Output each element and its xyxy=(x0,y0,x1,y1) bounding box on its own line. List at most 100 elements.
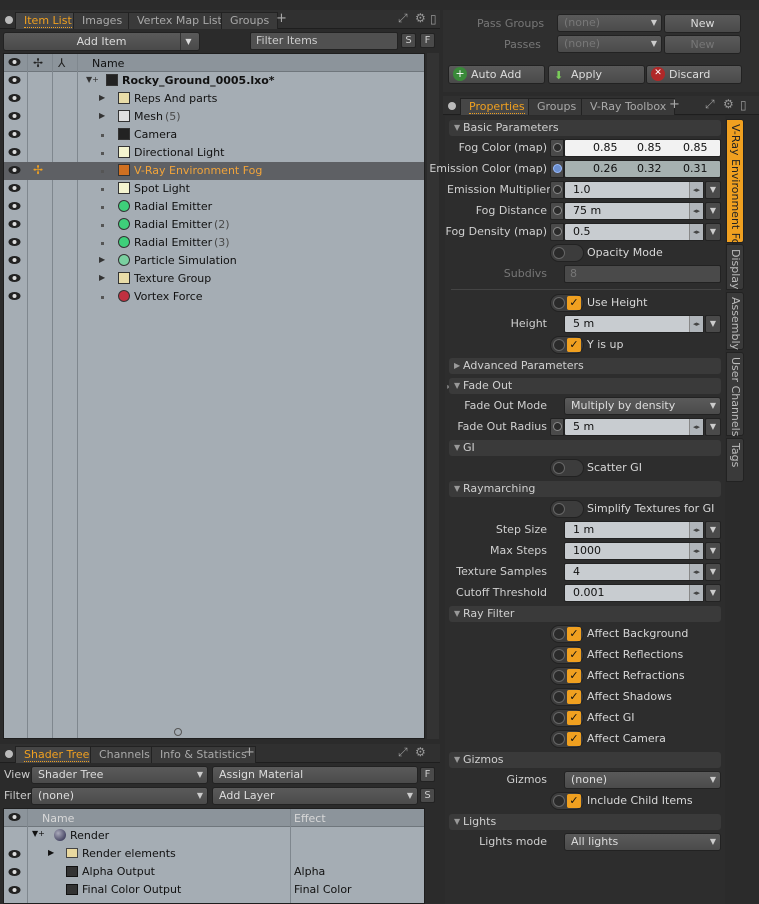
auto-add-button[interactable]: + Auto Add xyxy=(448,65,545,84)
tab-images[interactable]: Images xyxy=(73,12,132,29)
expand-triangle-icon[interactable]: ▶ xyxy=(48,848,54,857)
emission-mult-map-button[interactable] xyxy=(550,181,564,199)
panel-menu-dot-icon[interactable] xyxy=(448,102,456,110)
spin-arrows-icon[interactable]: ◂▸ xyxy=(689,564,703,580)
tab-groups[interactable]: Groups xyxy=(221,12,279,29)
visibility-eye-icon[interactable] xyxy=(8,291,21,301)
spin-arrows-icon[interactable]: ◂▸ xyxy=(689,585,703,601)
fog-color-map-button[interactable] xyxy=(550,139,564,157)
expand-icon[interactable]: ⤢ xyxy=(705,97,715,112)
discard-button[interactable]: ✕ Discard xyxy=(646,65,742,84)
visibility-eye-icon[interactable] xyxy=(8,885,21,898)
column-name-header[interactable]: Name xyxy=(92,57,124,70)
tab-groups-props[interactable]: Groups xyxy=(528,98,586,115)
item-list-scrollbar[interactable] xyxy=(427,53,439,739)
fog-color-b[interactable]: 0.85 xyxy=(683,140,708,156)
f-button[interactable]: F xyxy=(420,767,435,782)
filter-items-field[interactable]: Filter Items xyxy=(250,32,398,50)
spin-arrows-icon[interactable]: ◂▸ xyxy=(689,316,703,332)
new-pass-button[interactable]: New xyxy=(664,35,741,54)
chevron-down-icon[interactable]: ▼ xyxy=(705,315,721,333)
visibility-eye-icon[interactable] xyxy=(8,219,21,229)
tab-item-list[interactable]: Item List xyxy=(15,12,81,29)
list-item[interactable]: ✢ V-Ray Environment Fog xyxy=(4,162,424,180)
scatter-gi-toggle[interactable] xyxy=(550,459,584,477)
visibility-eye-icon[interactable] xyxy=(8,273,21,283)
opacity-mode-toggle[interactable] xyxy=(550,244,584,262)
visibility-eye-icon[interactable] xyxy=(8,849,21,862)
shader-row-alpha-output[interactable]: Alpha Output Alpha xyxy=(4,863,424,881)
side-tab-vray-environment-fog[interactable]: V-Ray Environment Fog xyxy=(726,119,744,252)
fog-density-field[interactable]: 0.5 ◂▸ xyxy=(564,223,704,241)
height-field[interactable]: 5 m ◂▸ xyxy=(564,315,704,333)
list-item[interactable]: Radial Emitter (3) xyxy=(4,234,424,252)
tab-shader-tree[interactable]: Shader Tree xyxy=(15,746,99,763)
spin-arrows-icon[interactable]: ◂▸ xyxy=(689,224,703,240)
tab-vray-toolbox[interactable]: V-Ray Toolbox xyxy=(581,98,676,115)
subdivs-field[interactable]: 8 xyxy=(564,265,721,283)
spin-arrows-icon[interactable]: ◂▸ xyxy=(689,203,703,219)
emission-color-b[interactable]: 0.31 xyxy=(683,161,708,177)
passes-dropdown[interactable]: (none) ▼ xyxy=(557,35,662,53)
s-button[interactable]: S xyxy=(420,788,435,803)
chevron-down-icon[interactable]: ▼ xyxy=(705,181,721,199)
collapsed-triangle-icon[interactable]: ▶ xyxy=(99,273,105,282)
max-steps-field[interactable]: 1000 ◂▸ xyxy=(564,542,704,560)
section-basic-parameters[interactable]: ▼ Basic Parameters xyxy=(449,120,721,136)
side-tab-assembly[interactable]: Assembly xyxy=(726,292,744,350)
shader-row-final-color-output[interactable]: Final Color Output Final Color xyxy=(4,881,424,899)
chevron-down-icon[interactable]: ▼ xyxy=(705,418,721,436)
tab-channels[interactable]: Channels xyxy=(90,746,159,763)
pass-groups-dropdown[interactable]: (none) ▼ xyxy=(557,14,662,32)
affect-background-toggle[interactable]: ✓ xyxy=(550,625,584,643)
gear-icon[interactable]: ⚙ xyxy=(415,11,426,25)
section-gizmos[interactable]: ▼ Gizmos xyxy=(449,752,721,768)
selection-transform-icon[interactable]: ✢ xyxy=(33,163,43,177)
fog-distance-map-button[interactable] xyxy=(550,202,564,220)
chevron-down-icon[interactable]: ▼ xyxy=(705,584,721,602)
list-item[interactable]: ▼+ Rocky_Ground_0005.lxo* xyxy=(4,72,424,90)
visibility-eye-icon[interactable] xyxy=(8,129,21,139)
y-is-up-toggle[interactable]: ✓ xyxy=(550,336,584,354)
expand-triangle-icon[interactable]: ▼+ xyxy=(32,829,45,838)
tab-info-statistics[interactable]: Info & Statistics xyxy=(151,746,256,763)
f-button[interactable]: F xyxy=(420,33,435,48)
affect-shadows-toggle[interactable]: ✓ xyxy=(550,688,584,706)
s-button[interactable]: S xyxy=(401,33,416,48)
section-raymarching[interactable]: ▼ Raymarching xyxy=(449,481,721,497)
column-name-header[interactable]: Name xyxy=(42,812,74,825)
add-tab-icon[interactable]: + xyxy=(244,745,255,760)
spin-arrows-icon[interactable]: ◂▸ xyxy=(689,419,703,435)
list-item[interactable]: Spot Light xyxy=(4,180,424,198)
section-gi[interactable]: ▼ GI xyxy=(449,440,721,456)
affect-camera-toggle[interactable]: ✓ xyxy=(550,730,584,748)
expand-icon[interactable]: ⤢ xyxy=(398,745,408,760)
gizmos-dropdown[interactable]: (none) ▼ xyxy=(564,771,721,789)
collapsed-triangle-icon[interactable]: ▶ xyxy=(99,111,105,120)
filter-dropdown[interactable]: (none) ▼ xyxy=(31,787,208,805)
spin-arrows-icon[interactable]: ◂▸ xyxy=(689,522,703,538)
chevron-down-icon[interactable]: ▼ xyxy=(705,542,721,560)
collapsed-triangle-icon[interactable]: ▶ xyxy=(99,93,105,102)
tab-vertex-map-list[interactable]: Vertex Map List xyxy=(128,12,231,29)
visibility-eye-icon[interactable] xyxy=(8,867,21,880)
visibility-eye-icon[interactable] xyxy=(8,75,21,85)
fog-color-field[interactable]: 0.85 0.85 0.85 xyxy=(564,139,721,157)
spin-arrows-icon[interactable]: ◂▸ xyxy=(689,182,703,198)
add-layer-dropdown[interactable]: Add Layer ▼ xyxy=(212,787,418,805)
include-child-items-toggle[interactable]: ✓ xyxy=(550,792,584,810)
column-effect-header[interactable]: Effect xyxy=(294,812,326,825)
affect-refractions-toggle[interactable]: ✓ xyxy=(550,667,584,685)
list-item[interactable]: ▶ Reps And parts xyxy=(4,90,424,108)
gear-icon[interactable]: ⚙ xyxy=(415,745,426,759)
affect-reflections-toggle[interactable]: ✓ xyxy=(550,646,584,664)
panel-menu-dot-icon[interactable] xyxy=(5,750,13,758)
chevron-down-icon[interactable]: ▼ xyxy=(705,563,721,581)
view-dropdown[interactable]: Shader Tree ▼ xyxy=(31,766,208,784)
emission-multiplier-field[interactable]: 1.0 ◂▸ xyxy=(564,181,704,199)
emission-color-r[interactable]: 0.26 xyxy=(593,161,618,177)
fog-distance-field[interactable]: 75 m ◂▸ xyxy=(564,202,704,220)
list-item[interactable]: Radial Emitter (2) xyxy=(4,216,424,234)
visibility-eye-icon[interactable] xyxy=(8,93,21,103)
add-tab-icon[interactable]: + xyxy=(669,97,680,112)
